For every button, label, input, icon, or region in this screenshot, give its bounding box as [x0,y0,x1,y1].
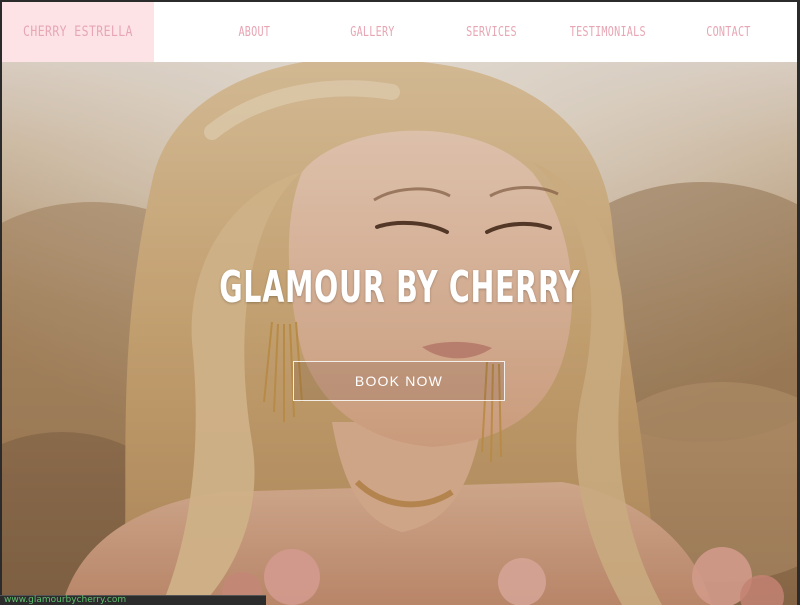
nav-item-about[interactable]: ABOUT [214,2,294,62]
hero-title-text: GLAMOUR BY CHERRY [218,262,581,313]
main-nav: ABOUT GALLERY SERVICES TESTIMONIALS CONT… [154,2,797,62]
status-url: www.glamourbycherry.com [4,595,127,605]
nav-item-testimonials[interactable]: TESTIMONIALS [558,2,658,62]
browser-viewport: CHERRY ESTRELLA ABOUT GALLERY SERVICES T… [0,0,800,605]
window-frame-top [0,0,800,2]
brand-logo[interactable]: CHERRY ESTRELLA [2,2,154,62]
hero-title: GLAMOUR BY CHERRY [2,262,797,313]
nav-item-gallery[interactable]: GALLERY [332,2,412,62]
book-now-button[interactable]: BOOK NOW [293,361,505,401]
hero-overlay [2,62,797,605]
nav-item-label: GALLERY [349,24,395,40]
nav-item-contact[interactable]: CONTACT [688,2,768,62]
window-frame-left [0,0,2,605]
nav-item-label: TESTIMONIALS [569,24,647,40]
hero-section: GLAMOUR BY CHERRY BOOK NOW [2,62,797,605]
browser-status-bar: www.glamourbycherry.com [0,595,266,605]
brand-name: CHERRY ESTRELLA [23,24,133,40]
nav-item-services[interactable]: SERVICES [450,2,534,62]
nav-item-label: SERVICES [466,24,518,40]
nav-item-label: ABOUT [238,24,270,40]
site-header: CHERRY ESTRELLA ABOUT GALLERY SERVICES T… [2,2,797,62]
nav-item-label: CONTACT [705,24,751,40]
